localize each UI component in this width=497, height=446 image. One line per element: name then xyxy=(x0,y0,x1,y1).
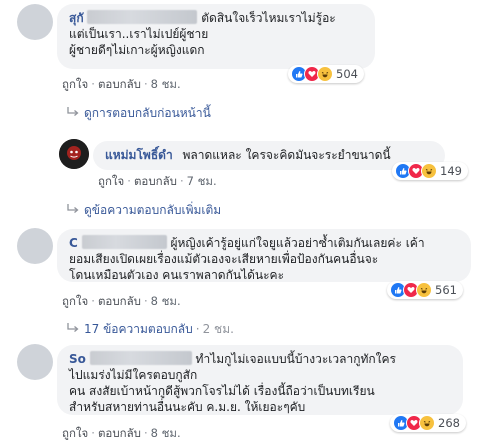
commenter-avatar[interactable] xyxy=(17,4,53,40)
haha-reaction-icon xyxy=(421,163,437,179)
reply-arrow-icon xyxy=(67,204,79,213)
commenter-name[interactable]: C xyxy=(69,236,78,250)
page-logo-icon xyxy=(59,139,89,169)
comment-line: C ผู้หญิงเค้ารู้อยู่แก่ใจยูแล้วอย่าซ้ำเต… xyxy=(69,235,459,251)
like-link[interactable]: ถูกใจ xyxy=(62,426,88,440)
haha-reaction-icon xyxy=(419,415,435,431)
view-replies-count[interactable]: 17 ข้อความตอบกลับ · 2 ชม. xyxy=(66,320,234,339)
comment-text: ตัดสินใจเร็วไหมเราไม่รู้อะ xyxy=(201,11,336,25)
reply-link[interactable]: ตอบกลับ xyxy=(134,174,177,188)
reaction-count: 268 xyxy=(438,416,460,430)
redacted-name xyxy=(81,235,167,249)
view-more-replies[interactable]: ดูข้อความตอบกลับเพิ่มเติม xyxy=(66,201,221,220)
comment-time[interactable]: 8 ชม. xyxy=(151,294,181,308)
reply-link[interactable]: ตอบกลับ xyxy=(98,77,141,91)
comment-text: ทำไมกูไม่เจอแบบนี้บ้างวะเวลากูทักใคร xyxy=(195,352,396,366)
redacted-name xyxy=(87,10,198,24)
comment-text: ผู้ชายดีๆไม่เกาะผู้หญิงแดก xyxy=(69,43,205,57)
reply-arrow-icon xyxy=(67,323,79,332)
like-link[interactable]: ถูกใจ xyxy=(98,174,124,188)
comment-text: แต่เป็นเรา..เราไม่เปย์ผู้ชาย xyxy=(69,27,209,41)
reply-text: พลาดแหละ ใครจะคิดมันจะระยำขนาดนี้ xyxy=(182,148,391,162)
view-previous-replies[interactable]: ดูการตอบกลับก่อนหน้านี้ xyxy=(66,104,211,123)
reaction-summary[interactable]: 504 xyxy=(288,65,364,83)
comment-time[interactable]: 7 ชม. xyxy=(187,174,217,188)
comment-text: ไปแมร่งไม่มีใครตอบกูสัก xyxy=(69,368,198,382)
comment-time[interactable]: 8 ชม. xyxy=(151,77,181,91)
reaction-summary[interactable]: 268 xyxy=(390,414,466,432)
comment-bubble: So ทำไมกูไม่เจอแบบนี้บ้างวะเวลากูทักใคร … xyxy=(57,345,463,415)
comment-text: ยอมเสียงเปิดเผยเรื่องแม้ตัวเองจะเสียหายเ… xyxy=(69,252,379,266)
reply-link[interactable]: ตอบกลับ xyxy=(98,426,141,440)
commenter-name[interactable]: สุกั xyxy=(69,11,84,25)
comment-time[interactable]: 8 ชม. xyxy=(151,426,181,440)
view-more-replies-label[interactable]: ดูข้อความตอบกลับเพิ่มเติม xyxy=(84,203,221,217)
reply-link[interactable]: ตอบกลับ xyxy=(98,294,141,308)
reply-arrow-icon xyxy=(67,107,79,116)
comment-actions: ถูกใจ · ตอบกลับ · 8 ชม. xyxy=(62,426,181,440)
haha-reaction-icon xyxy=(317,66,333,82)
like-link[interactable]: ถูกใจ xyxy=(62,294,88,308)
comment-bubble: สุกั ตัดสินใจเร็วไหมเราไม่รู้อะ แต่เป็นเ… xyxy=(57,4,375,69)
comment-text: ผู้หญิงเค้ารู้อยู่แก่ใจยูแล้วอย่าซ้ำเติม… xyxy=(170,236,425,250)
comment-line: So ทำไมกูไม่เจอแบบนี้บ้างวะเวลากูทักใคร xyxy=(69,351,451,367)
replies-count-label[interactable]: 17 ข้อความตอบกลับ xyxy=(84,322,193,336)
comment-text: สำหรับสหายท่านอื่นนะคับ ค.ม.ย. ให้เยอะๆค… xyxy=(69,400,306,414)
haha-reaction-icon xyxy=(416,282,432,298)
commenter-avatar[interactable] xyxy=(17,344,53,380)
page-avatar[interactable] xyxy=(59,139,89,169)
like-link[interactable]: ถูกใจ xyxy=(62,77,88,91)
comment-text: คน สงสัยเบ้าหน้ากูดีสู้พวกโจรไม่ได้ เรื่… xyxy=(69,384,375,398)
commenter-avatar[interactable] xyxy=(17,228,53,264)
commenter-name[interactable]: So xyxy=(69,352,86,366)
reaction-count: 504 xyxy=(336,67,358,81)
view-previous-replies-label[interactable]: ดูการตอบกลับก่อนหน้านี้ xyxy=(84,106,211,120)
reaction-count: 561 xyxy=(435,283,457,297)
replies-time: 2 ชม. xyxy=(202,322,234,336)
comment-bubble: C ผู้หญิงเค้ารู้อยู่แก่ใจยูแล้วอย่าซ้ำเต… xyxy=(57,229,471,282)
comment-line: สุกั ตัดสินใจเร็วไหมเราไม่รู้อะ xyxy=(69,10,363,26)
reaction-count: 149 xyxy=(440,164,462,178)
comment-actions: ถูกใจ · ตอบกลับ · 8 ชม. xyxy=(62,294,181,308)
reaction-summary[interactable]: 149 xyxy=(392,162,468,180)
comment-actions: ถูกใจ · ตอบกลับ · 8 ชม. xyxy=(62,77,181,91)
redacted-name xyxy=(89,351,192,365)
reaction-summary[interactable]: 561 xyxy=(387,281,463,299)
reply-actions: ถูกใจ · ตอบกลับ · 7 ชม. xyxy=(98,174,217,188)
page-name[interactable]: แหม่มโพธิ์ดำ xyxy=(105,148,173,162)
